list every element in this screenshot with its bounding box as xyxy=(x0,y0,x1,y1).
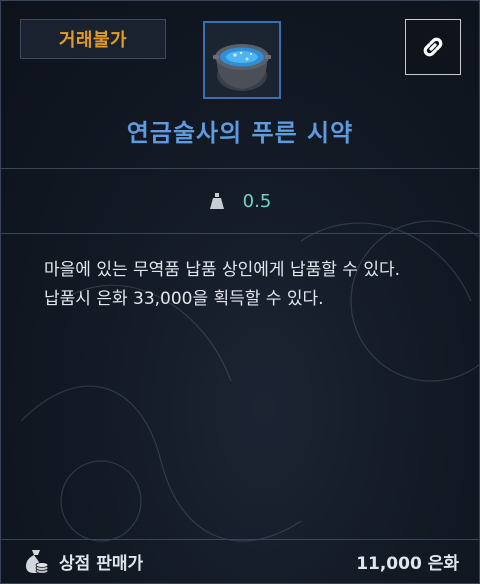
coin-bag-icon xyxy=(26,550,49,574)
link-button[interactable] xyxy=(405,19,461,75)
item-name: 연금술사의 푸른 시약 xyxy=(126,119,354,147)
sell-price-value: 11,000 은화 xyxy=(356,553,459,574)
link-icon xyxy=(423,37,443,57)
tooltip-header: 거래불가 연금술사의 푸른 시약 xyxy=(1,1,479,168)
weight-value: 0.5 xyxy=(242,190,272,212)
sell-price-row: 상점 판매가 11,000 은화 xyxy=(1,539,479,583)
weight-row: 0.5 xyxy=(1,169,479,233)
sell-price-label: 상점 판매가 xyxy=(59,553,144,574)
potion-pot-icon xyxy=(203,21,281,99)
weight-icon xyxy=(209,193,224,209)
item-description: 마을에 있는 무역품 납품 상인에게 납품할 수 있다. 납품시 은화 33,0… xyxy=(44,256,444,314)
description-line-1: 마을에 있는 무역품 납품 상인에게 납품할 수 있다. xyxy=(44,260,401,280)
description-line-2: 납품시 은화 33,000을 획득할 수 있다. xyxy=(44,289,324,309)
divider-middle xyxy=(1,233,479,234)
untradable-badge: 거래불가 xyxy=(20,19,166,59)
item-tooltip: 거래불가 연금술사의 푸른 시약 0.5 마을에 있는 무역품 납품 상인에게 … xyxy=(0,0,480,584)
